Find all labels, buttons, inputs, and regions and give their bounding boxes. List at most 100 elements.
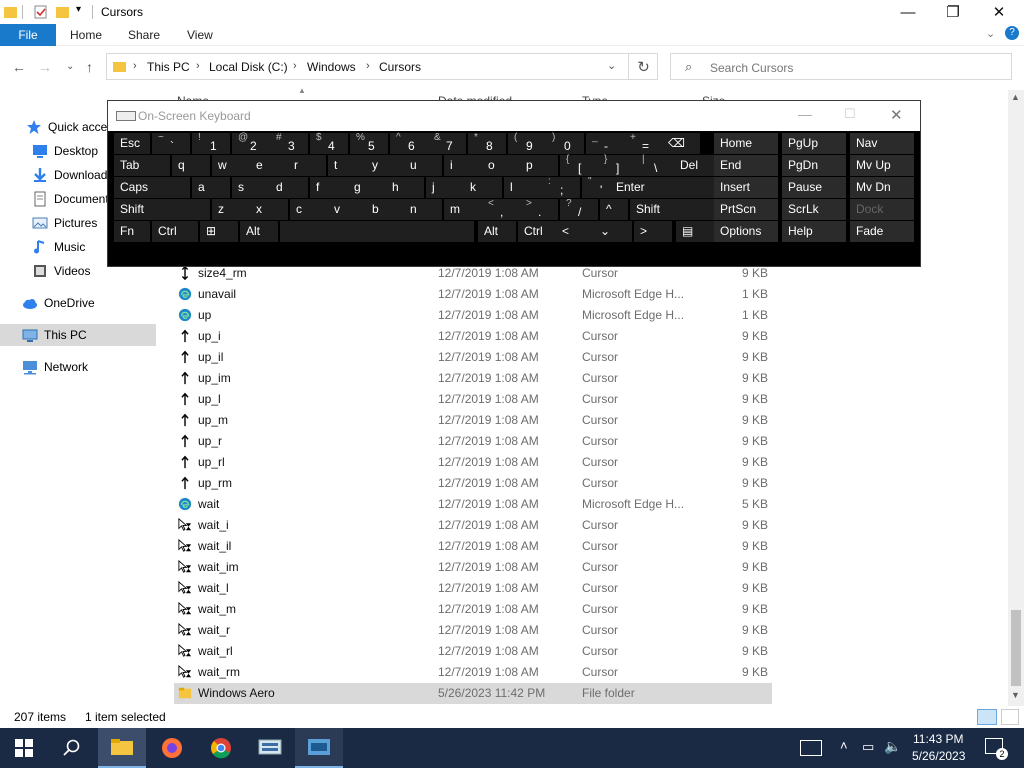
osk-key[interactable]: y [366, 155, 404, 176]
osk-key[interactable]: > [634, 221, 672, 242]
file-row[interactable]: up_im 12/7/2019 1:08 AM Cursor 9 KB [174, 368, 772, 389]
osk-key[interactable]: h [386, 177, 424, 198]
osk-key[interactable]: = + [624, 132, 662, 154]
osk-nav-key[interactable]: PgUp [782, 133, 846, 154]
osk-nav-key[interactable]: Fade [850, 221, 914, 242]
scrollbar-thumb[interactable] [1011, 610, 1021, 686]
osk-maximize-button[interactable]: ☐ [844, 106, 856, 122]
expand-ribbon-icon[interactable]: ⌄ [986, 27, 995, 40]
osk-key[interactable]: Enter [610, 177, 714, 198]
file-row[interactable]: wait 12/7/2019 1:08 AM Microsoft Edge H...… [174, 494, 772, 515]
minimize-button[interactable]: — [885, 0, 931, 24]
osk-key[interactable]: t [328, 155, 366, 176]
osk-nav-key[interactable]: End [714, 155, 778, 176]
file-row[interactable]: wait_m 12/7/2019 1:08 AM Cursor 9 KB [174, 599, 772, 620]
osk-key[interactable]: u [404, 155, 442, 176]
address-bar[interactable]: › This PC › Local Disk (C:) › Windows › … [106, 53, 658, 80]
scroll-up-icon[interactable]: ▲ [1011, 92, 1020, 102]
sidebar-item-this-pc[interactable]: This PC [0, 324, 156, 346]
clock-time[interactable]: 11:43 PM [913, 732, 963, 746]
file-row[interactable]: up_m 12/7/2019 1:08 AM Cursor 9 KB [174, 410, 772, 431]
osk-key[interactable]: p [520, 155, 558, 176]
file-row[interactable]: up_rl 12/7/2019 1:08 AM Cursor 9 KB [174, 452, 772, 473]
details-view-button[interactable] [977, 709, 997, 725]
osk-key[interactable]: c [290, 199, 328, 220]
osk-key[interactable]: Caps [114, 177, 190, 198]
osk-key[interactable]: q [172, 155, 210, 176]
osk-key[interactable]: d [270, 177, 308, 198]
osk-key[interactable]: s [232, 177, 270, 198]
file-row[interactable]: wait_l 12/7/2019 1:08 AM Cursor 9 KB [174, 578, 772, 599]
file-row[interactable]: wait_i 12/7/2019 1:08 AM Cursor 9 KB [174, 515, 772, 536]
osk-nav-key[interactable]: Options [714, 221, 778, 242]
osk-key[interactable]: - _ [586, 132, 624, 154]
breadcrumb-cursors[interactable]: Cursors [379, 60, 421, 74]
osk-nav-key[interactable]: Dock [850, 199, 914, 220]
file-row[interactable]: unavail 12/7/2019 1:08 AM Microsoft Edge H… [174, 284, 772, 305]
osk-nav-key[interactable]: Mv Up [850, 155, 914, 176]
osk-key[interactable]: m [444, 199, 482, 220]
osk-key[interactable]: /? [560, 198, 598, 220]
new-folder-icon[interactable] [56, 4, 70, 20]
osk-key[interactable]: 2 @ [232, 132, 270, 154]
osk-key[interactable]: Tab [114, 155, 170, 176]
file-row[interactable]: wait_im 12/7/2019 1:08 AM Cursor 9 KB [174, 557, 772, 578]
breadcrumb-windows[interactable]: Windows [307, 60, 356, 74]
osk-key[interactable]: Alt [240, 221, 278, 242]
osk-key[interactable]: ▤ [676, 221, 718, 242]
clock-date[interactable]: 5/26/2023 [912, 749, 965, 763]
recent-locations-icon[interactable]: ⌄ [66, 61, 74, 72]
osk-key[interactable]: i [444, 155, 482, 176]
file-row[interactable]: wait_rm 12/7/2019 1:08 AM Cursor 9 KB [174, 662, 772, 683]
osk-key[interactable]: ^ [600, 199, 628, 220]
sidebar-item-onedrive[interactable]: OneDrive [0, 292, 156, 314]
osk-key[interactable]: 6 ^ [390, 132, 428, 154]
osk-key[interactable]: \ | [636, 154, 674, 176]
osk-key[interactable]: w [212, 155, 250, 176]
back-button[interactable]: ← [12, 59, 26, 75]
osk-key[interactable]: ⌄ [594, 221, 632, 242]
tab-view[interactable]: View [187, 28, 213, 42]
osk-key[interactable]: 8 * [468, 132, 506, 154]
osk-key[interactable]: a [192, 177, 230, 198]
osk-key[interactable]: Fn [114, 221, 150, 242]
osk-key[interactable]: 1! [192, 132, 230, 154]
osk-key[interactable]: Ctrl [518, 221, 556, 242]
file-row[interactable]: up_l 12/7/2019 1:08 AM Cursor 9 KB [174, 389, 772, 410]
network-app-taskbar-button[interactable] [246, 728, 294, 768]
sidebar-item-network[interactable]: Network [0, 356, 156, 378]
network-icon[interactable]: ▭ [862, 739, 874, 755]
help-icon[interactable]: ? [1005, 26, 1019, 40]
search-button[interactable] [48, 728, 96, 768]
osk-key[interactable]: . > [520, 198, 558, 220]
breadcrumb-local-disk[interactable]: Local Disk (C:) [209, 60, 288, 74]
osk-key[interactable]: ⊞ [200, 221, 238, 242]
tab-share[interactable]: Share [128, 28, 160, 42]
osk-key[interactable]: 4 $ [310, 132, 348, 154]
file-explorer-taskbar-button[interactable] [98, 728, 146, 768]
osk-key[interactable]: < [556, 221, 594, 242]
breadcrumb-this-pc[interactable]: This PC [147, 60, 190, 74]
firefox-taskbar-button[interactable] [148, 728, 196, 768]
customize-toolbar-icon[interactable]: ▾ [76, 4, 81, 15]
osk-key[interactable]: n [404, 199, 442, 220]
osk-key[interactable]: , < [482, 198, 520, 220]
osk-key[interactable]: f [310, 177, 348, 198]
file-row[interactable]: up 12/7/2019 1:08 AM Microsoft Edge H... 1 … [174, 305, 772, 326]
osk-key[interactable]: ;: [542, 176, 580, 198]
osk-nav-key[interactable]: Nav [850, 133, 914, 154]
osk-key[interactable]: Alt [478, 221, 516, 242]
address-dropdown-icon[interactable]: ⌄ [607, 59, 616, 72]
osk-key[interactable]: ]} [598, 154, 636, 176]
maximize-button[interactable]: ❐ [930, 0, 976, 24]
forward-button[interactable]: → [38, 59, 52, 75]
osk-key[interactable]: 0) [546, 132, 584, 154]
display-icon[interactable] [800, 740, 822, 756]
file-row[interactable]: up_i 12/7/2019 1:08 AM Cursor 9 KB [174, 326, 772, 347]
file-tab[interactable]: File [0, 24, 56, 46]
osk-key[interactable]: k [464, 177, 502, 198]
osk-close-button[interactable]: ✕ [890, 106, 903, 124]
osk-key[interactable]: 5% [350, 132, 388, 154]
osk-key[interactable]: g [348, 177, 386, 198]
volume-muted-icon[interactable]: 🔈 [884, 738, 901, 755]
